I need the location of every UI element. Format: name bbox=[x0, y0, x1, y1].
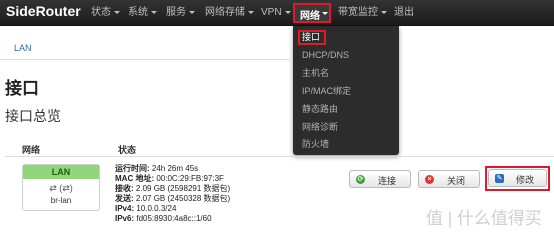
breadcrumb: LAN bbox=[0, 35, 290, 60]
status-tx: 发送: 2.07 GB (2450328 数据包) bbox=[115, 194, 231, 203]
top-navbar: SideRouter 状态 系统 服务 网络存储 VPN 网络 带宽监控 退出 bbox=[0, 0, 554, 26]
dropdown-item-hostnames[interactable]: 主机名 bbox=[302, 67, 329, 80]
chevron-down-icon bbox=[322, 12, 328, 15]
column-header-network: 网络 bbox=[22, 145, 41, 155]
nav-vpn[interactable]: VPN bbox=[261, 7, 291, 21]
network-dropdown-menu: 接口 DHCP/DNS 主机名 IP/MAC绑定 静态路由 网络诊断 防火墙 bbox=[293, 26, 399, 155]
status-rx: 接收: 2.09 GB (2598291 数据包) bbox=[115, 184, 231, 193]
nav-network[interactable]: 网络 bbox=[293, 3, 331, 23]
nav-services[interactable]: 服务 bbox=[166, 7, 195, 21]
network-port-icon: ⇄ (⇄) bbox=[49, 183, 73, 193]
close-button[interactable]: × 关闭 bbox=[418, 170, 480, 188]
interface-badge-lan: LAN ⇄ (⇄) br-lan bbox=[22, 164, 100, 211]
watermark: 值 | 什么值得买 bbox=[426, 209, 542, 228]
chevron-down-icon bbox=[114, 10, 120, 14]
chevron-down-icon bbox=[151, 10, 157, 14]
breadcrumb-lan-link[interactable]: LAN bbox=[14, 43, 32, 53]
interface-device: br-lan bbox=[50, 196, 72, 205]
nav-bandwidth-monitor[interactable]: 带宽监控 bbox=[338, 7, 387, 21]
edit-button[interactable]: ✎ 修改 bbox=[488, 169, 547, 187]
dropdown-item-firewall[interactable]: 防火墙 bbox=[302, 138, 329, 151]
page-title: 接口 bbox=[5, 79, 39, 98]
chevron-down-icon bbox=[189, 10, 195, 14]
edit-icon: ✎ bbox=[495, 174, 504, 183]
nav-logout[interactable]: 退出 bbox=[394, 7, 414, 21]
nav-network-storage[interactable]: 网络存储 bbox=[205, 7, 254, 21]
connect-button[interactable]: ⟳ 连接 bbox=[349, 170, 411, 188]
table-divider bbox=[5, 156, 554, 157]
dropdown-item-ip-mac-binding[interactable]: IP/MAC绑定 bbox=[302, 85, 351, 98]
column-header-status: 状态 bbox=[118, 145, 137, 155]
section-title: 接口总览 bbox=[5, 108, 61, 124]
nav-status[interactable]: 状态 bbox=[91, 7, 120, 21]
dropdown-item-diagnostics[interactable]: 网络诊断 bbox=[302, 121, 338, 134]
dropdown-item-dhcp-dns[interactable]: DHCP/DNS bbox=[302, 49, 349, 62]
interface-status: 运行时间: 24h 26m 45s MAC 地址: 00:0C:29:FB:97… bbox=[115, 164, 230, 224]
status-ipv4: IPv4: 10.0.0.3/24 bbox=[115, 204, 177, 213]
brand-logo[interactable]: SideRouter bbox=[6, 3, 81, 19]
dropdown-item-interfaces[interactable]: 接口 bbox=[298, 30, 326, 45]
close-icon: × bbox=[425, 175, 434, 184]
dropdown-item-static-routes[interactable]: 静态路由 bbox=[302, 103, 338, 116]
status-mac: MAC 地址: 00:0C:29:FB:97:3F bbox=[115, 174, 224, 183]
status-ipv6: IPv6: fd05:8930:4a8c::1/60 bbox=[115, 214, 212, 223]
interface-name: LAN bbox=[23, 165, 99, 179]
nav-system[interactable]: 系统 bbox=[128, 7, 157, 21]
refresh-icon: ⟳ bbox=[356, 175, 365, 184]
status-uptime: 运行时间: 24h 26m 45s bbox=[115, 164, 199, 173]
chevron-down-icon bbox=[284, 10, 291, 14]
chevron-down-icon bbox=[381, 10, 387, 14]
chevron-down-icon bbox=[248, 10, 254, 14]
